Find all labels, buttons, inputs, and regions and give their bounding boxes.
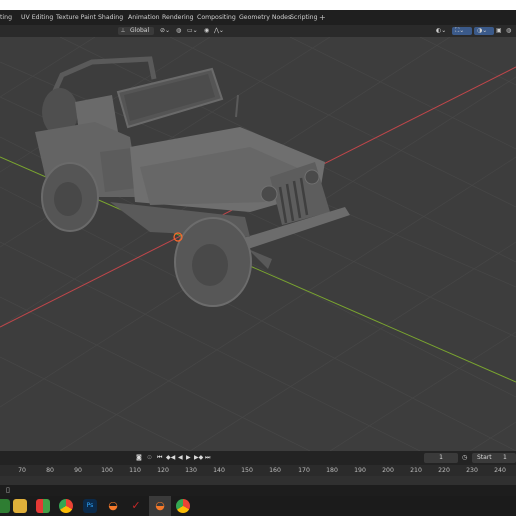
ruler-tick: 80 bbox=[46, 467, 54, 474]
tab-texture-paint[interactable]: Texture Paint bbox=[56, 10, 96, 25]
tab-geometry-nodes[interactable]: Geometry Nodes bbox=[239, 10, 291, 25]
jump-start-button[interactable]: ⏮ bbox=[157, 451, 162, 465]
windows-store-icon[interactable] bbox=[36, 499, 50, 513]
ruler-tick: 70 bbox=[18, 467, 26, 474]
falloff-icon[interactable]: ⋀⌄ bbox=[214, 25, 224, 37]
blender-active-icon[interactable]: ◒ bbox=[153, 499, 167, 513]
ruler-tick: 90 bbox=[74, 467, 82, 474]
blender-icon[interactable]: ◒ bbox=[106, 499, 120, 513]
next-keyframe-button[interactable]: ▶◆ bbox=[194, 451, 203, 465]
auto-key-icon[interactable]: ⊙ bbox=[147, 451, 152, 465]
tab-shading[interactable]: Shading bbox=[98, 10, 123, 25]
file-explorer-icon[interactable] bbox=[13, 499, 27, 513]
tab-rendering[interactable]: Rendering bbox=[162, 10, 194, 25]
ruler-tick: 220 bbox=[438, 467, 450, 474]
chrome-icon[interactable] bbox=[59, 499, 73, 513]
gizmo-icon: ⛶⌄ bbox=[455, 27, 465, 34]
ruler-tick: 240 bbox=[494, 467, 506, 474]
play-button[interactable]: ▶ bbox=[186, 451, 191, 465]
mouse-icon: ▯ bbox=[6, 486, 10, 494]
ruler-tick: 130 bbox=[185, 467, 197, 474]
viewport-scene bbox=[0, 37, 516, 451]
ruler-tick: 200 bbox=[382, 467, 394, 474]
tab-uv-editing[interactable]: UV Editing bbox=[21, 10, 53, 25]
start-value: 1 bbox=[503, 454, 507, 461]
tab-compositing[interactable]: Compositing bbox=[197, 10, 236, 25]
chrome-icon[interactable] bbox=[176, 499, 190, 513]
clock-icon: ◷ bbox=[462, 454, 468, 461]
overlay-icon: ◑⌄ bbox=[477, 27, 488, 34]
ruler-tick: 150 bbox=[241, 467, 253, 474]
ruler-tick: 180 bbox=[326, 467, 338, 474]
jump-end-button[interactable]: ⏭ bbox=[205, 451, 210, 465]
timeline-header: ◙ ⊙ ⏮ ◆◀ ◀ ▶ ▶◆ ⏭ 1 ◷ Start 1 bbox=[0, 451, 516, 465]
photoshop-icon[interactable]: Ps bbox=[83, 499, 97, 513]
pivot-icon[interactable]: ⊘⌄ bbox=[160, 25, 170, 37]
workspace-tab-bar: ting UV Editing Texture Paint Shading An… bbox=[0, 10, 516, 25]
timeline-track[interactable] bbox=[0, 476, 516, 485]
prev-keyframe-button[interactable]: ◆◀ bbox=[166, 451, 175, 465]
jeep-model[interactable] bbox=[35, 56, 350, 307]
shading-solid-icon[interactable]: ◍ bbox=[506, 25, 511, 37]
ruler-tick: 140 bbox=[213, 467, 225, 474]
os-taskbar: Ps ◒ ✓ ◒ bbox=[0, 496, 516, 516]
play-reverse-button[interactable]: ◀ bbox=[178, 451, 183, 465]
ruler-tick: 170 bbox=[298, 467, 310, 474]
tab-scripting[interactable]: Scripting bbox=[290, 10, 318, 25]
status-bar: ▯ bbox=[0, 485, 516, 496]
start-label: Start bbox=[477, 454, 492, 461]
tab-animation[interactable]: Animation bbox=[128, 10, 160, 25]
keyframe-toggle-icon[interactable]: ◙ bbox=[136, 451, 142, 465]
tab-modeling[interactable]: ting bbox=[0, 10, 12, 25]
snap-target-icon[interactable]: ▭⌄ bbox=[187, 25, 198, 37]
ruler-tick: 110 bbox=[129, 467, 141, 474]
ruler-tick: 210 bbox=[410, 467, 422, 474]
ruler-tick: 160 bbox=[269, 467, 281, 474]
start-menu-icon[interactable] bbox=[0, 499, 10, 513]
ruler-tick: 230 bbox=[466, 467, 478, 474]
orientation-label: Global bbox=[130, 27, 150, 34]
current-frame-field[interactable]: 1 bbox=[424, 453, 458, 463]
snap-icon[interactable]: ◍ bbox=[176, 25, 181, 37]
start-frame-field[interactable]: Start 1 bbox=[472, 453, 516, 463]
proportional-edit-icon[interactable]: ◉ bbox=[204, 25, 209, 37]
visibility-icon[interactable]: ◐⌄ bbox=[436, 25, 446, 37]
ruler-tick: 190 bbox=[354, 467, 366, 474]
xray-icon[interactable]: ▣ bbox=[496, 25, 502, 37]
3d-viewport[interactable] bbox=[0, 37, 516, 451]
viewport-header: ⟂ Global ⊘⌄ ◍ ▭⌄ ◉ ⋀⌄ ◐⌄ ⛶⌄ ◑⌄ ▣ ◍ bbox=[0, 25, 516, 37]
add-workspace-button[interactable]: + bbox=[319, 10, 326, 25]
red-app-icon[interactable]: ✓ bbox=[129, 499, 143, 513]
ruler-tick: 100 bbox=[101, 467, 113, 474]
ruler-tick: 120 bbox=[157, 467, 169, 474]
orientation-icon: ⟂ bbox=[121, 27, 126, 34]
